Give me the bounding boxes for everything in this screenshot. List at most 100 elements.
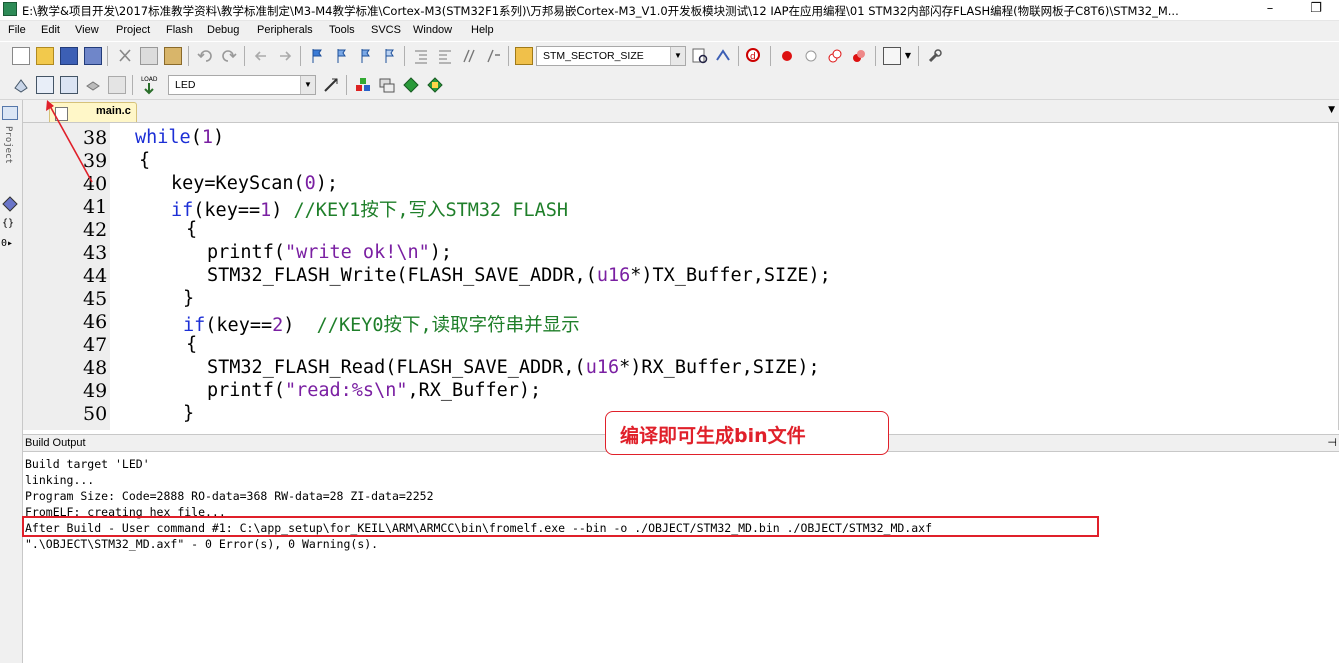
batch-build-icon[interactable] [84,76,102,94]
callout-text: 编译即可生成bin文件 [620,425,806,447]
clear-bookmarks-icon[interactable] [380,47,398,65]
unindent-icon[interactable] [436,47,454,65]
code-line-38: while(1) [135,127,225,148]
replace-icon[interactable] [714,47,732,65]
menu-project[interactable]: Project [116,24,150,36]
kill-all-breakpoints-icon[interactable] [850,47,868,65]
rebuild-icon[interactable] [60,76,78,94]
find-in-files-icon[interactable] [515,47,533,65]
runtime-environment-icon[interactable] [426,76,444,94]
editor-tab-bar: main.c ▼ [23,100,1339,123]
line-number: 40 [83,173,108,195]
manage-project-items-icon[interactable] [354,76,372,94]
main-toolbar: STM_SECTOR_SIZE ▼ d ▼ [0,42,1339,71]
find-combo-value: STM_SECTOR_SIZE [543,50,644,62]
output-line: linking... [25,473,95,487]
code-line-42: { [186,219,198,240]
line-number: 43 [83,242,108,264]
line-number: 49 [83,380,108,402]
code-line-44: STM32_FLASH_Write(FLASH_SAVE_ADDR,(u16*)… [207,265,831,286]
copy-icon[interactable] [140,47,158,65]
chevron-down-icon[interactable]: ▼ [300,76,315,94]
nav-forward-icon[interactable] [276,47,294,65]
line-number: 50 [83,403,108,425]
menu-flash[interactable]: Flash [166,24,193,36]
code-line-40: key=KeyScan(0); [171,173,339,194]
svg-text:LOAD: LOAD [141,76,158,83]
books-icon[interactable] [2,196,18,212]
after-build-highlight-box [22,516,1099,537]
select-packs-icon[interactable] [378,76,396,94]
menu-window[interactable]: Window [413,24,452,36]
breakpoint-icon[interactable] [778,47,796,65]
menu-help[interactable]: Help [471,24,494,36]
comment-icon[interactable] [460,47,478,65]
restore-button[interactable]: ❐ [1293,0,1339,20]
layout-dropdown-icon[interactable]: ▼ [902,47,914,65]
cut-icon[interactable] [116,47,134,65]
project-window-icon[interactable] [2,106,18,120]
line-number: 48 [83,357,108,379]
pin-icon[interactable]: ⊣ [1327,436,1337,449]
menu-file[interactable]: File [8,24,26,36]
chevron-down-icon[interactable]: ▼ [670,47,685,65]
build-icon[interactable] [36,76,54,94]
menu-debug[interactable]: Debug [207,24,239,36]
keil-app-icon [3,2,17,16]
code-line-45: } [183,288,195,309]
code-line-49: printf("read:%s\n",RX_Buffer); [207,380,542,401]
project-side-panel: Project {} 0▸ [0,100,23,663]
nav-back-icon[interactable] [252,47,270,65]
uncomment-icon[interactable] [484,47,502,65]
window-layout-icon[interactable] [883,47,901,65]
target-combo-value: LED [175,79,196,91]
find-icon[interactable] [691,47,709,65]
menu-view[interactable]: View [75,24,99,36]
menu-peripherals[interactable]: Peripherals [257,24,313,36]
code-line-43: printf("write ok!\n"); [207,242,453,263]
paste-icon[interactable] [164,47,182,65]
menu-tools[interactable]: Tools [329,24,355,36]
download-icon[interactable]: LOAD [140,74,158,96]
open-folder-icon[interactable] [36,47,54,65]
project-panel-label[interactable]: Project [3,126,13,164]
line-number: 42 [83,219,108,241]
tab-list-dropdown-icon[interactable]: ▼ [1328,105,1335,115]
target-options-icon[interactable] [322,76,340,94]
find-combo[interactable]: STM_SECTOR_SIZE ▼ [536,46,686,66]
menu-svcs[interactable]: SVCS [371,24,401,36]
undo-icon[interactable] [196,47,214,65]
code-line-48: STM32_FLASH_Read(FLASH_SAVE_ADDR,(u16*)R… [207,357,820,378]
build-output-panel[interactable]: Build target 'LED' linking... Program Si… [23,453,1339,664]
minimize-button[interactable]: – [1247,0,1293,20]
output-line: ".\OBJECT\STM32_MD.axf" - 0 Error(s), 0 … [25,537,379,551]
indent-icon[interactable] [412,47,430,65]
redo-icon[interactable] [220,47,238,65]
line-number: 44 [83,265,108,287]
templates-icon[interactable]: 0▸ [1,238,19,254]
code-editor[interactable]: 38 39 40 41 42 43 44 45 46 47 48 49 50 w… [23,123,1339,430]
line-number: 39 [83,150,108,172]
save-all-icon[interactable] [84,47,102,65]
code-line-39: { [139,150,151,171]
bookmark-icon[interactable] [308,47,326,65]
functions-icon[interactable]: {} [2,218,18,234]
disable-all-breakpoints-icon[interactable] [826,47,844,65]
svg-text:d: d [750,52,756,62]
translate-icon[interactable] [12,76,30,94]
code-line-41: if(key==1) //KEY1按下,写入STM32 FLASH [171,200,569,221]
save-icon[interactable] [60,47,78,65]
debug-session-icon[interactable]: d [745,47,763,65]
next-bookmark-icon[interactable] [356,47,374,65]
target-combo[interactable]: LED ▼ [168,75,316,95]
menu-edit[interactable]: Edit [41,24,60,36]
stop-build-icon[interactable] [108,76,126,94]
prev-bookmark-icon[interactable] [332,47,350,65]
tab-main-c[interactable]: main.c [49,102,137,122]
disable-breakpoint-icon[interactable] [802,47,820,65]
configure-icon[interactable] [926,47,944,65]
build-toolbar: LOAD LED ▼ [0,71,1339,100]
pack-installer-icon[interactable] [402,76,420,94]
code-line-46: if(key==2) //KEY0按下,读取字符串并显示 [183,315,580,336]
new-file-icon[interactable] [12,47,30,65]
